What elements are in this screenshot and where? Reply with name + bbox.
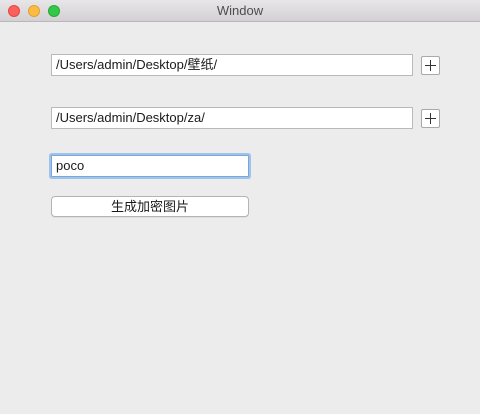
password-field[interactable]: poco [51, 155, 249, 177]
plus-icon [422, 110, 439, 127]
source-path-field[interactable]: /Users/admin/Desktop/壁纸/ [51, 54, 413, 76]
add-source-path-button[interactable] [421, 56, 440, 75]
generate-encrypted-image-button[interactable]: 生成加密图片 [51, 196, 249, 217]
output-path-field[interactable]: /Users/admin/Desktop/za/ [51, 107, 413, 129]
add-output-path-button[interactable] [421, 109, 440, 128]
window-title: Window [216, 3, 264, 18]
title-bar[interactable]: Window [0, 0, 480, 22]
app-window: Window /Users/admin/Desktop/壁纸/ /Users/a… [0, 0, 480, 414]
plus-icon [422, 57, 439, 74]
